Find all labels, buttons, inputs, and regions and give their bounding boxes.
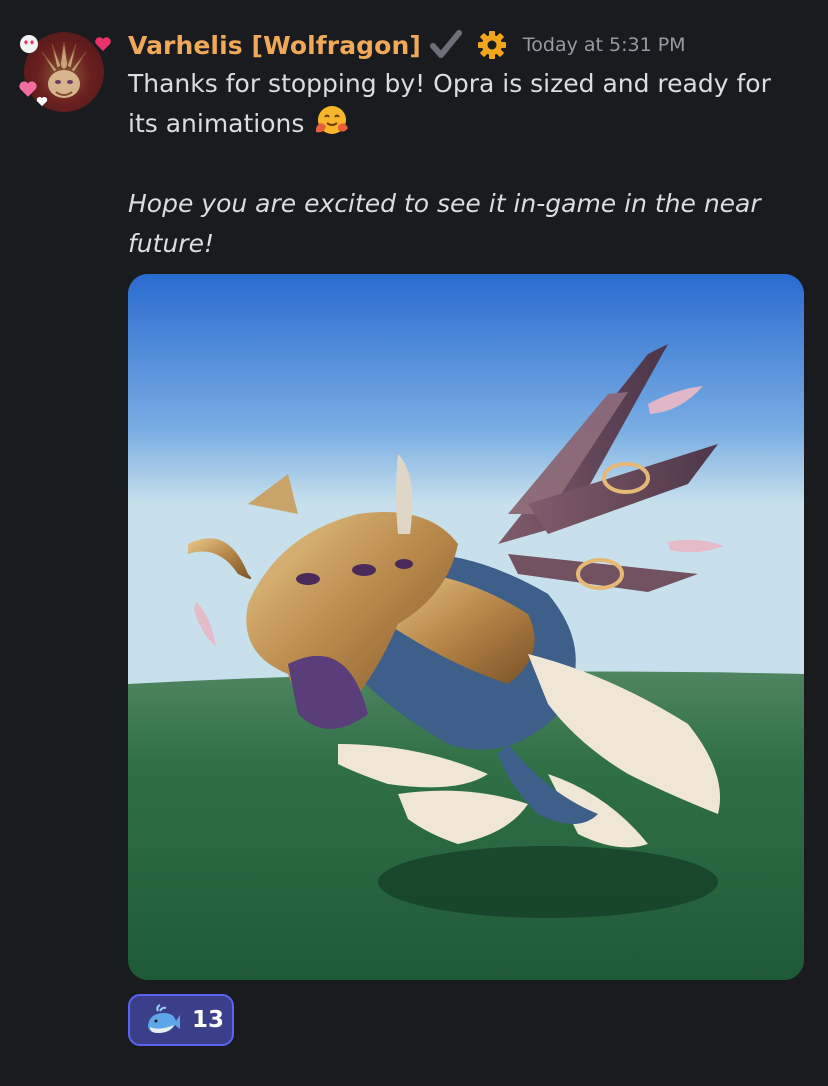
message-timestamp[interactable]: Today at 5:31 PM xyxy=(523,34,686,56)
creature-render-image xyxy=(128,274,804,980)
message-content: Thanks for stopping by! Opra is sized an… xyxy=(128,64,808,264)
chat-message: Varhelis [Wolfragon] Today at 5:31 PM Th… xyxy=(0,0,828,1086)
whale-emoji xyxy=(144,1003,182,1037)
reaction-count: 13 xyxy=(192,1007,225,1033)
skull-heart-eyes-icon xyxy=(18,34,40,59)
checkmark-icon xyxy=(429,30,463,60)
message-text: Thanks for stopping by! Opra is sized an… xyxy=(128,64,808,144)
username[interactable]: Varhelis [Wolfragon] xyxy=(128,31,421,60)
avatar-container[interactable] xyxy=(16,28,116,118)
gear-icon xyxy=(477,30,507,60)
message-text-italic: Hope you are excited to see it in-game i… xyxy=(128,189,761,258)
heart-icon xyxy=(18,80,38,101)
message-header: Varhelis [Wolfragon] Today at 5:31 PM xyxy=(128,28,686,62)
heart-icon xyxy=(94,36,112,55)
image-attachment[interactable] xyxy=(128,274,804,980)
reaction-whale[interactable]: 13 xyxy=(128,994,234,1046)
hugging-face-emoji xyxy=(312,104,350,138)
message-text-line-1: Thanks for stopping by! Opra is sized an… xyxy=(128,69,771,138)
heart-icon xyxy=(36,96,48,110)
